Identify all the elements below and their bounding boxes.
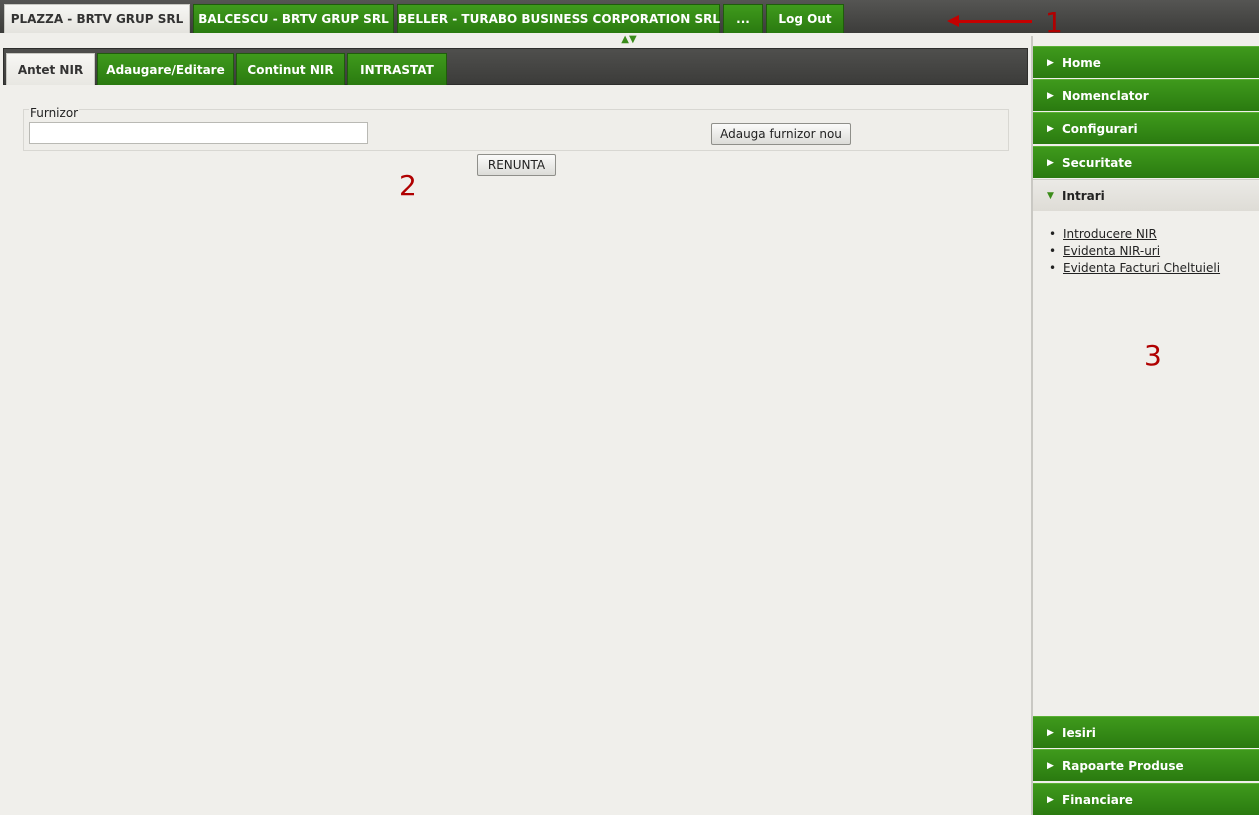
- sidebar-item-home[interactable]: ▶ Home: [1033, 46, 1259, 78]
- splitter-arrows-icon[interactable]: ▲▼: [619, 34, 639, 46]
- triangle-right-icon: ▶: [1047, 795, 1054, 805]
- sidebar-item-securitate[interactable]: ▶ Securitate: [1033, 146, 1259, 178]
- company-tab-bar: PLAZZA - BRTV GRUP SRL BALCESCU - BRTV G…: [0, 0, 1259, 36]
- triangle-right-icon: ▶: [1047, 761, 1054, 771]
- sidebar-menu: ▶ Home ▶ Nomenclator ▶ Configurari ▶ Securit…: [1033, 44, 1259, 815]
- link-evidenta-facturi-cheltuieli[interactable]: Evidenta Facturi Cheltuieli: [1063, 261, 1220, 275]
- sidebar-item-rapoarte-produse[interactable]: ▶ Rapoarte Produse: [1033, 749, 1259, 781]
- triangle-down-icon: ▼: [1047, 191, 1054, 201]
- triangle-right-icon: ▶: [1047, 91, 1054, 101]
- annotation-label-3: 3: [1144, 339, 1162, 372]
- furnizor-label: Furnizor: [29, 106, 80, 120]
- company-tab-beller[interactable]: BELLER - TURABO BUSINESS CORPORATION SRL: [397, 4, 720, 33]
- add-supplier-button[interactable]: Adauga furnizor nou: [711, 123, 851, 145]
- content-tab-bar: Antet NIR Adaugare/Editare Continut NIR …: [3, 48, 1028, 85]
- annotation-arrow-1: [950, 20, 1032, 23]
- tab-continut-nir[interactable]: Continut NIR: [236, 53, 345, 85]
- company-tab-balcescu[interactable]: BALCESCU - BRTV GRUP SRL: [193, 4, 394, 33]
- triangle-right-icon: ▶: [1047, 124, 1054, 134]
- tab-intrastat[interactable]: INTRASTAT: [347, 53, 447, 85]
- cancel-button[interactable]: RENUNTA: [477, 154, 556, 176]
- annotation-label-2: 2: [399, 169, 417, 202]
- annotation-label-1: 1: [1045, 6, 1063, 39]
- triangle-right-icon: ▶: [1047, 728, 1054, 738]
- logout-button[interactable]: Log Out: [766, 4, 844, 33]
- sidebar-item-iesiri[interactable]: ▶ Iesiri: [1033, 716, 1259, 748]
- tab-adaugare-editare[interactable]: Adaugare/Editare: [97, 53, 234, 85]
- more-tabs-button[interactable]: ...: [723, 4, 763, 33]
- sidebar-item-financiare[interactable]: ▶ Financiare: [1033, 783, 1259, 815]
- furnizor-input[interactable]: [29, 122, 368, 144]
- submenu-item: • Introducere NIR: [1049, 227, 1157, 241]
- link-evidenta-nir-uri[interactable]: Evidenta NIR-uri: [1063, 244, 1160, 258]
- company-tab-plazza[interactable]: PLAZZA - BRTV GRUP SRL: [4, 4, 190, 33]
- link-introducere-nir[interactable]: Introducere NIR: [1063, 227, 1157, 241]
- triangle-right-icon: ▶: [1047, 158, 1054, 168]
- sidebar-item-configurari[interactable]: ▶ Configurari: [1033, 112, 1259, 144]
- triangle-right-icon: ▶: [1047, 58, 1054, 68]
- sidebar-item-intrari[interactable]: ▼ Intrari: [1033, 179, 1259, 211]
- main-content: [3, 85, 1028, 813]
- intrari-submenu: • Introducere NIR • Evidenta NIR-uri • Evid…: [1033, 223, 1259, 714]
- submenu-item: • Evidenta Facturi Cheltuieli: [1049, 261, 1221, 275]
- sidebar-item-nomenclator[interactable]: ▶ Nomenclator: [1033, 79, 1259, 111]
- submenu-item: • Evidenta NIR-uri: [1049, 244, 1161, 258]
- tab-antet-nir[interactable]: Antet NIR: [6, 53, 95, 85]
